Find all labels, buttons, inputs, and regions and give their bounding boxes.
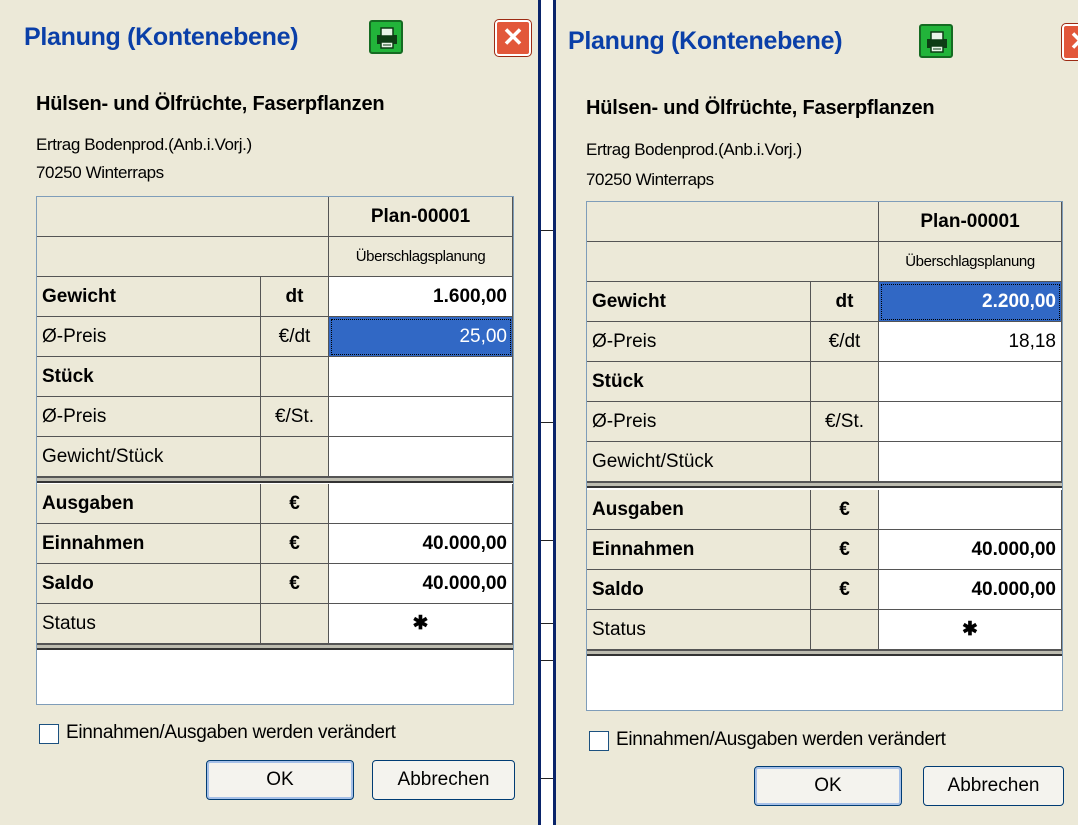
row-unit: dt <box>811 282 879 322</box>
row-unit: €/dt <box>261 317 329 357</box>
account-name: 70250 Winterraps <box>36 163 164 182</box>
row-label: Ausgaben <box>587 490 811 530</box>
row-value: 40.000,00 <box>879 570 1062 610</box>
row-unit: €/dt <box>811 322 879 362</box>
row-value: 40.000,00 <box>329 564 513 604</box>
plan-column-header: Plan-00001 <box>879 202 1062 242</box>
row-label: Stück <box>587 362 811 402</box>
close-icon[interactable]: ✕ <box>495 20 531 56</box>
row-value-input[interactable]: 18,18 <box>879 322 1062 362</box>
plan-column-header: Plan-00001 <box>329 197 513 237</box>
account-group: Hülsen- und Ölfrüchte, Faserpflanzen <box>36 93 385 115</box>
row-value: 40.000,00 <box>329 524 513 564</box>
grid-header-corner <box>587 202 879 242</box>
row-value <box>879 490 1062 530</box>
planning-grid: Plan-00001 Überschlagsplanung Gewicht dt 2.2… <box>586 201 1063 711</box>
change-totals-label[interactable]: Einnahmen/Ausgaben werden verändert <box>616 729 946 751</box>
row-unit <box>811 362 879 402</box>
planning-dialog-right: Planung (Kontenebene) ✕ Hülsen- und Ölfrüc… <box>553 0 1078 825</box>
printer-icon[interactable] <box>919 24 953 58</box>
row-value-input[interactable]: 1.600,00 <box>329 277 513 317</box>
row-unit: €/St. <box>261 397 329 437</box>
row-label: Ø-Preis <box>587 322 811 362</box>
row-label: Gewicht <box>37 277 261 317</box>
row-unit <box>811 610 879 650</box>
cancel-button[interactable]: Abbrechen <box>923 766 1064 806</box>
change-totals-label[interactable]: Einnahmen/Ausgaben werden verändert <box>66 722 396 744</box>
close-icon[interactable]: ✕ <box>1062 24 1078 60</box>
change-totals-checkbox[interactable] <box>39 724 59 744</box>
row-unit: € <box>811 570 879 610</box>
screenshot-gap <box>541 0 553 825</box>
row-label: Stück <box>37 357 261 397</box>
account-type: Ertrag Bodenprod.(Anb.i.Vorj.) <box>36 135 252 154</box>
row-value-input[interactable] <box>329 397 513 437</box>
row-label: Einnahmen <box>587 530 811 570</box>
row-unit: € <box>261 484 329 524</box>
cancel-button[interactable]: Abbrechen <box>372 760 515 800</box>
asterisk-icon: ✱ <box>329 604 513 644</box>
row-label: Saldo <box>37 564 261 604</box>
row-value-input[interactable] <box>329 357 513 397</box>
section-divider <box>37 644 513 650</box>
row-unit <box>261 604 329 644</box>
planning-grid: Plan-00001 Überschlagsplanung Gewicht dt 1.6… <box>36 196 514 705</box>
planning-dialog-left: Planung (Kontenebene) ✕ Hülsen- und Ölfrüc… <box>0 0 541 825</box>
printer-icon[interactable] <box>369 20 403 54</box>
row-value-input[interactable]: 2.200,00 <box>879 282 1062 322</box>
row-value <box>329 484 513 524</box>
row-unit: € <box>261 524 329 564</box>
account-group: Hülsen- und Ölfrüchte, Faserpflanzen <box>586 97 935 119</box>
row-unit <box>261 437 329 477</box>
row-value-input[interactable] <box>329 437 513 477</box>
row-label: Saldo <box>587 570 811 610</box>
row-label: Gewicht/Stück <box>587 442 811 482</box>
row-unit <box>261 357 329 397</box>
row-unit: dt <box>261 277 329 317</box>
row-value: 40.000,00 <box>879 530 1062 570</box>
row-value-input[interactable]: 25,00 <box>329 317 513 357</box>
section-divider <box>587 650 1062 656</box>
row-unit: € <box>811 490 879 530</box>
change-totals-checkbox[interactable] <box>589 731 609 751</box>
title-bar[interactable]: Planung (Kontenebene) ✕ <box>0 0 538 80</box>
ok-button[interactable]: OK <box>206 760 354 800</box>
row-label: Ø-Preis <box>587 402 811 442</box>
grid-header-corner <box>37 197 329 237</box>
ok-button[interactable]: OK <box>754 766 902 806</box>
section-divider <box>37 477 513 483</box>
row-value-input[interactable] <box>879 362 1062 402</box>
grid-header-corner <box>37 237 329 277</box>
title-bar[interactable]: Planung (Kontenebene) ✕ <box>556 0 1078 80</box>
row-label: Einnahmen <box>37 524 261 564</box>
row-unit: € <box>261 564 329 604</box>
row-label: Gewicht/Stück <box>37 437 261 477</box>
account-name: 70250 Winterraps <box>586 170 714 189</box>
row-label: Ø-Preis <box>37 397 261 437</box>
window-title: Planung (Kontenebene) <box>568 27 843 55</box>
row-value-input[interactable] <box>879 442 1062 482</box>
row-label: Ausgaben <box>37 484 261 524</box>
row-value-input[interactable] <box>879 402 1062 442</box>
row-unit <box>811 442 879 482</box>
account-type: Ertrag Bodenprod.(Anb.i.Vorj.) <box>586 140 802 159</box>
row-label: Gewicht <box>587 282 811 322</box>
row-unit: € <box>811 530 879 570</box>
plan-mode-header: Überschlagsplanung <box>329 237 513 277</box>
grid-header-corner <box>587 242 879 282</box>
row-unit: €/St. <box>811 402 879 442</box>
section-divider <box>587 482 1062 488</box>
plan-mode-header: Überschlagsplanung <box>879 242 1062 282</box>
asterisk-icon: ✱ <box>879 610 1062 650</box>
row-label: Ø-Preis <box>37 317 261 357</box>
window-title: Planung (Kontenebene) <box>24 23 299 51</box>
row-label: Status <box>587 610 811 650</box>
row-label: Status <box>37 604 261 644</box>
